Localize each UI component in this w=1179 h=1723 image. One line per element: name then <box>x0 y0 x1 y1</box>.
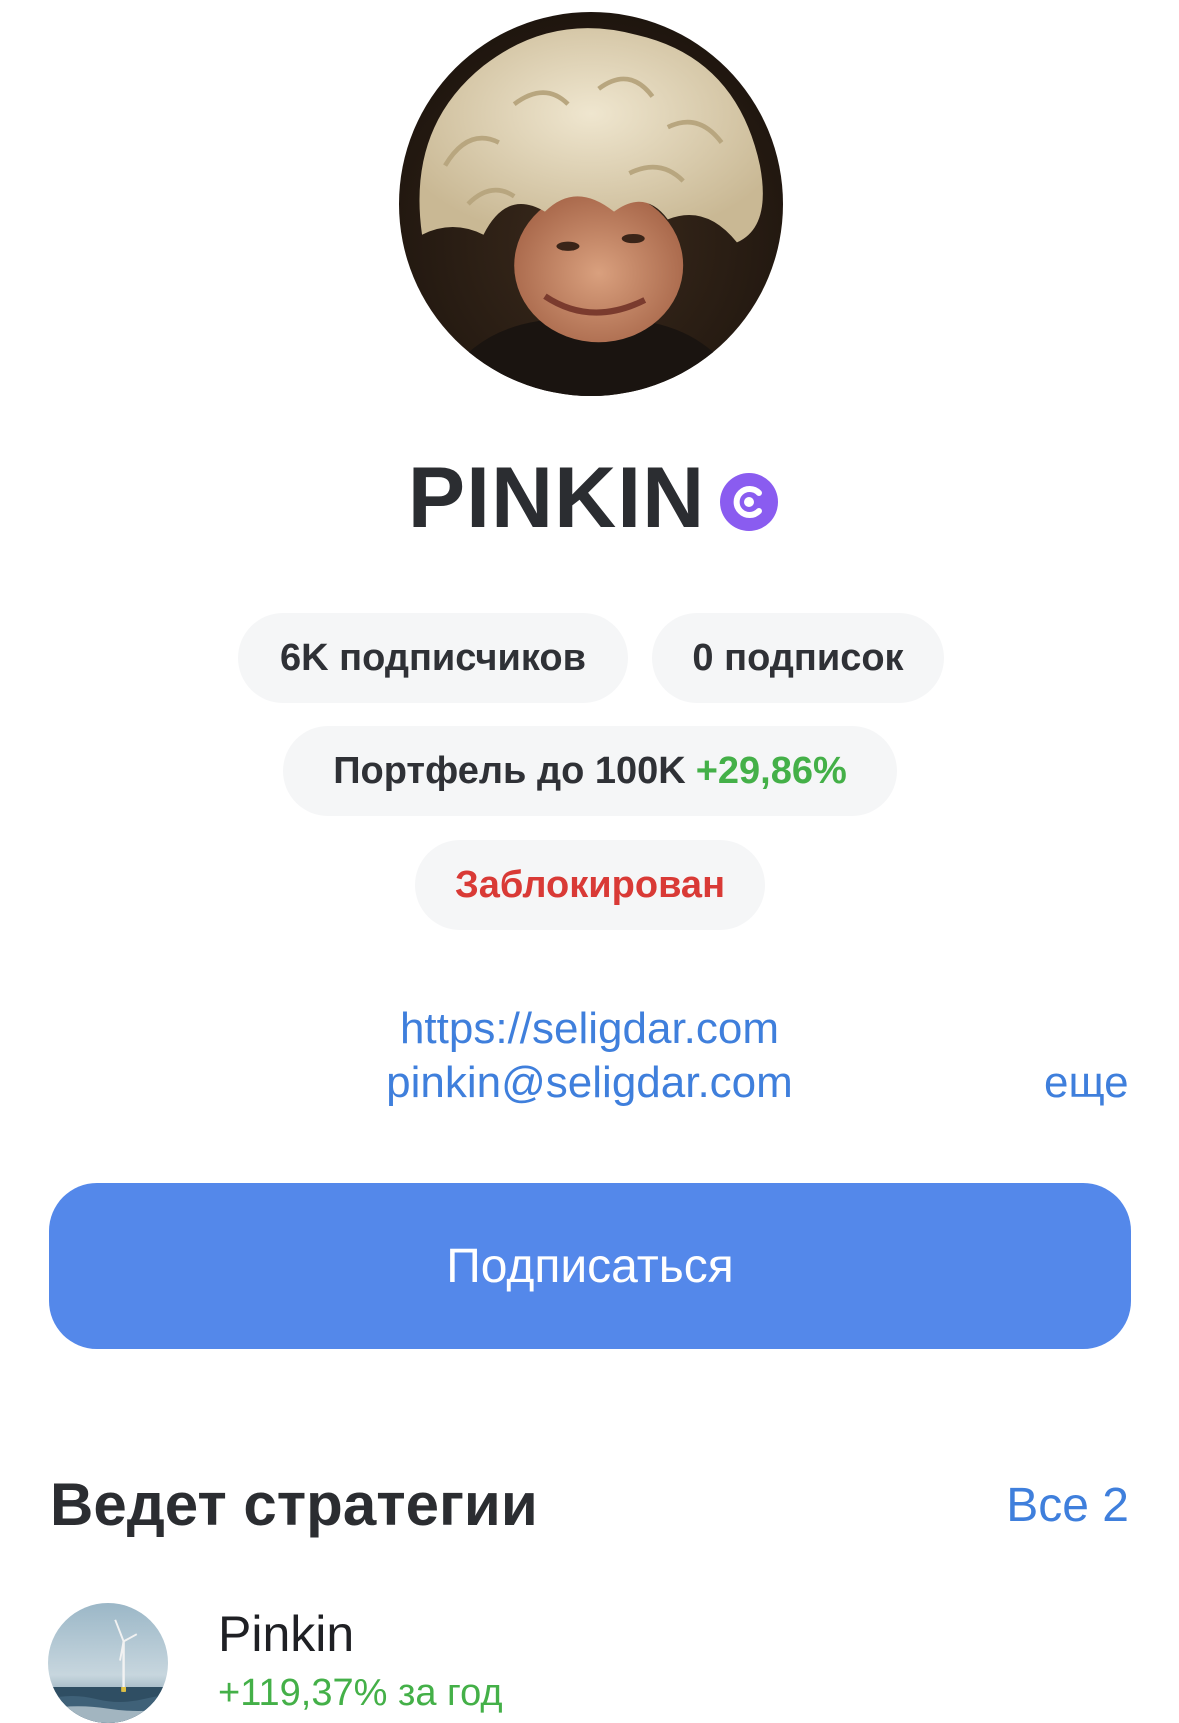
strategy-avatar[interactable] <box>48 1603 168 1723</box>
wind-turbine-image <box>48 1603 168 1723</box>
subscribe-button[interactable]: Подписаться <box>49 1183 1131 1349</box>
website-link[interactable]: https://seligdar.com <box>0 1002 1179 1056</box>
avatar-image <box>399 12 783 396</box>
strategies-title: Ведет стратегии <box>50 1471 538 1538</box>
following-chip[interactable]: 0 подписок <box>652 613 944 703</box>
email-link[interactable]: pinkin@seligdar.com <box>0 1056 1179 1110</box>
verified-badge-icon <box>719 472 779 532</box>
profile-header: PINKIN <box>0 448 1179 548</box>
strategy-return: +119,37% за год <box>218 1672 503 1714</box>
blocked-badge: Заблокирован <box>415 840 765 930</box>
profile-avatar[interactable] <box>399 12 783 396</box>
strategy-name[interactable]: Pinkin <box>218 1605 354 1663</box>
profile-links: https://seligdar.com pinkin@seligdar.com <box>0 1002 1179 1110</box>
profile-name: PINKIN <box>407 449 706 546</box>
portfolio-chip[interactable]: Портфель до 100K +29,86% <box>283 726 897 816</box>
portfolio-gain: +29,86% <box>695 749 847 792</box>
followers-chip[interactable]: 6K подписчиков <box>238 613 628 703</box>
portfolio-label: Портфель до 100K <box>333 749 686 792</box>
strategies-all-link[interactable]: Все 2 <box>1006 1478 1129 1533</box>
more-link[interactable]: еще <box>1044 1058 1129 1108</box>
